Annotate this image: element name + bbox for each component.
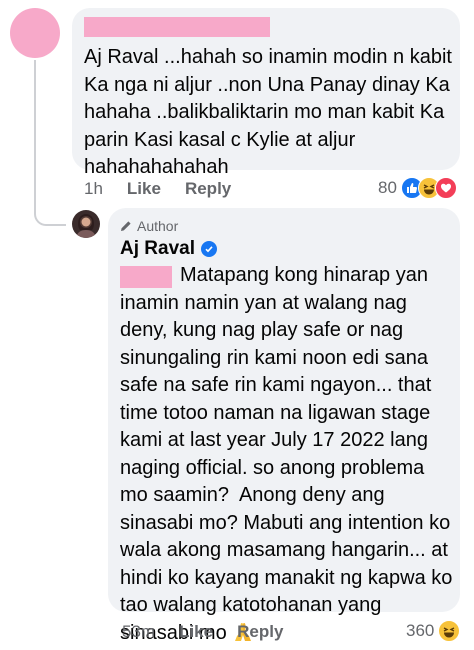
reaction-summary[interactable]: 360 (406, 620, 461, 642)
redacted-name (84, 17, 270, 37)
pencil-icon (121, 221, 131, 231)
thread-line (34, 60, 36, 210)
thread-line-curve (34, 210, 66, 226)
comment-bubble: Aj Raval ...hahah so inamin modin n kabi… (72, 8, 460, 178)
reply-bubble: Author Aj Raval Matapang kong hinarap ya… (108, 208, 460, 644)
reply-actions: 53m Like Reply (122, 622, 283, 642)
verified-badge-icon (200, 241, 217, 257)
reply-text-body: Matapang kong hinarap yan inamin namin y… (120, 264, 453, 644)
like-button[interactable]: Like (179, 622, 213, 642)
reaction-summary[interactable]: 80 (378, 177, 457, 199)
reaction-count: 80 (378, 178, 397, 197)
author-name-row: Aj Raval (120, 238, 217, 260)
comment-actions: 1h Like Reply (84, 179, 231, 199)
reply-text: Matapang kong hinarap yan inamin namin y… (120, 262, 456, 650)
haha-icon (438, 620, 461, 642)
reaction-count: 360 (406, 621, 435, 640)
avatar[interactable] (10, 8, 60, 58)
author-name[interactable]: Aj Raval (120, 238, 195, 260)
comment-time[interactable]: 1h (84, 179, 103, 199)
comment-text: Aj Raval ...hahah so inamin modin n kabi… (84, 46, 452, 178)
author-label: Author (137, 218, 179, 234)
author-tag: Author (120, 218, 178, 234)
love-icon (434, 177, 457, 199)
reply-time[interactable]: 53m (122, 622, 155, 642)
like-button[interactable]: Like (127, 179, 161, 199)
avatar[interactable] (72, 210, 100, 238)
reply-button[interactable]: Reply (237, 622, 283, 642)
reply-button[interactable]: Reply (185, 179, 231, 199)
